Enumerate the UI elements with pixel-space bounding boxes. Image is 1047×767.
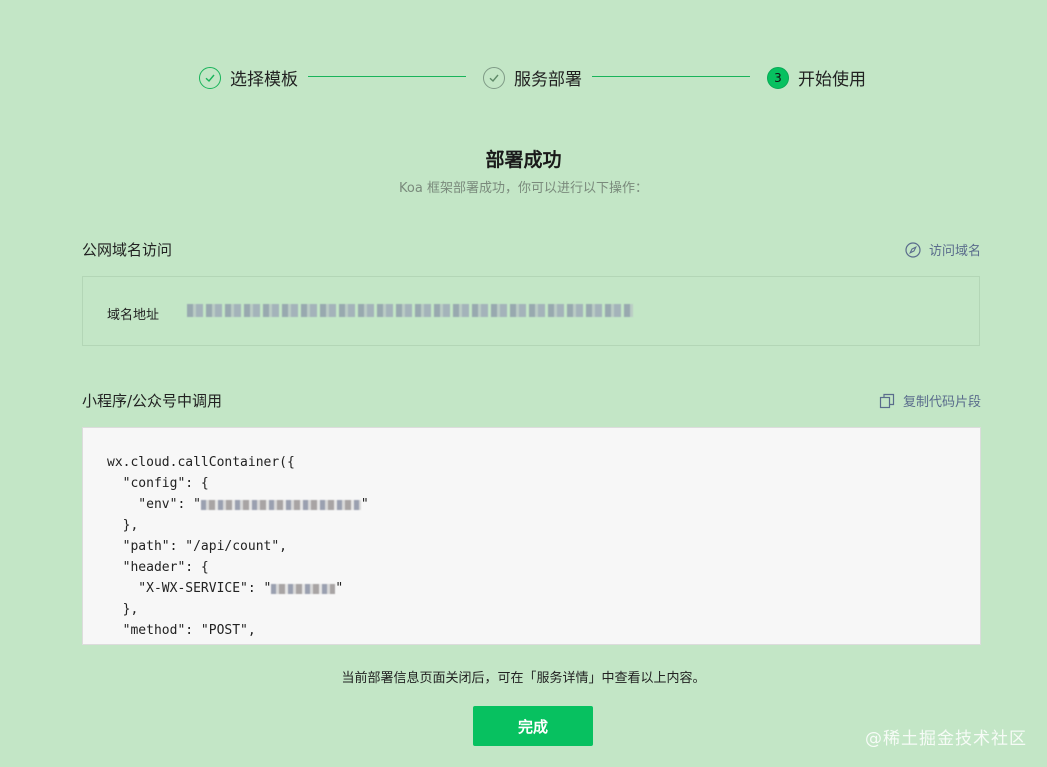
code-text: "X-WX-SERVICE": ": [107, 581, 272, 596]
code-text: ": [335, 581, 344, 596]
step-start-using: 3 开始使用: [767, 65, 866, 90]
step-connector: [308, 76, 466, 77]
check-icon: [483, 66, 505, 89]
code-line: "method": "POST",: [107, 623, 256, 638]
code-line: },: [107, 518, 139, 533]
visit-domain-label: 访问域名: [928, 244, 981, 259]
code-line: wx.cloud.callContainer({: [107, 455, 295, 470]
info-note: 当前部署信息页面关闭后，可在「服务详情」中查看以上内容。: [341, 671, 706, 686]
visit-domain-link[interactable]: 访问域名: [905, 240, 981, 259]
code-line: "path": "/api/count",: [107, 539, 288, 554]
env-value-redacted: [200, 499, 361, 510]
code-section-title: 小程序/公众号中调用: [82, 392, 223, 410]
step-label: 选择模板: [230, 70, 298, 90]
step-label: 开始使用: [798, 70, 866, 90]
domain-value-redacted: [187, 304, 633, 317]
step-indicator: 选择模板 服务部署 3 开始使用: [0, 62, 1047, 94]
page-subtitle: Koa 框架部署成功，你可以进行以下操作：: [399, 181, 648, 196]
code-line: "env": " ": [107, 497, 369, 512]
domain-box: 域名地址: [82, 276, 980, 346]
copy-code-link[interactable]: 复制代码片段: [879, 391, 981, 410]
code-line: "config": {: [107, 476, 209, 491]
service-value-redacted: [271, 583, 336, 594]
step-connector: [592, 76, 750, 77]
check-icon: [199, 66, 221, 89]
done-button[interactable]: 完成: [473, 706, 593, 746]
compass-icon: [905, 241, 921, 258]
code-snippet[interactable]: wx.cloud.callContainer({ "config": { "en…: [82, 427, 981, 645]
copy-code-label: 复制代码片段: [902, 395, 981, 410]
step-number-badge: 3: [767, 66, 789, 89]
domain-section-title: 公网域名访问: [82, 241, 173, 259]
watermark: @稀土掘金技术社区: [865, 729, 1027, 749]
step-select-template: 选择模板: [199, 65, 298, 90]
code-text: "env": ": [107, 497, 201, 512]
domain-field-label: 域名地址: [107, 308, 160, 323]
code-line: },: [107, 602, 139, 617]
code-line: "X-WX-SERVICE": " ": [107, 581, 343, 596]
step-label: 服务部署: [514, 70, 582, 90]
step-service-deploy: 服务部署: [483, 65, 582, 90]
code-line: "header": {: [107, 560, 209, 575]
page-title: 部署成功: [485, 149, 562, 171]
code-text: ": [360, 497, 369, 512]
copy-icon: [879, 393, 895, 408]
